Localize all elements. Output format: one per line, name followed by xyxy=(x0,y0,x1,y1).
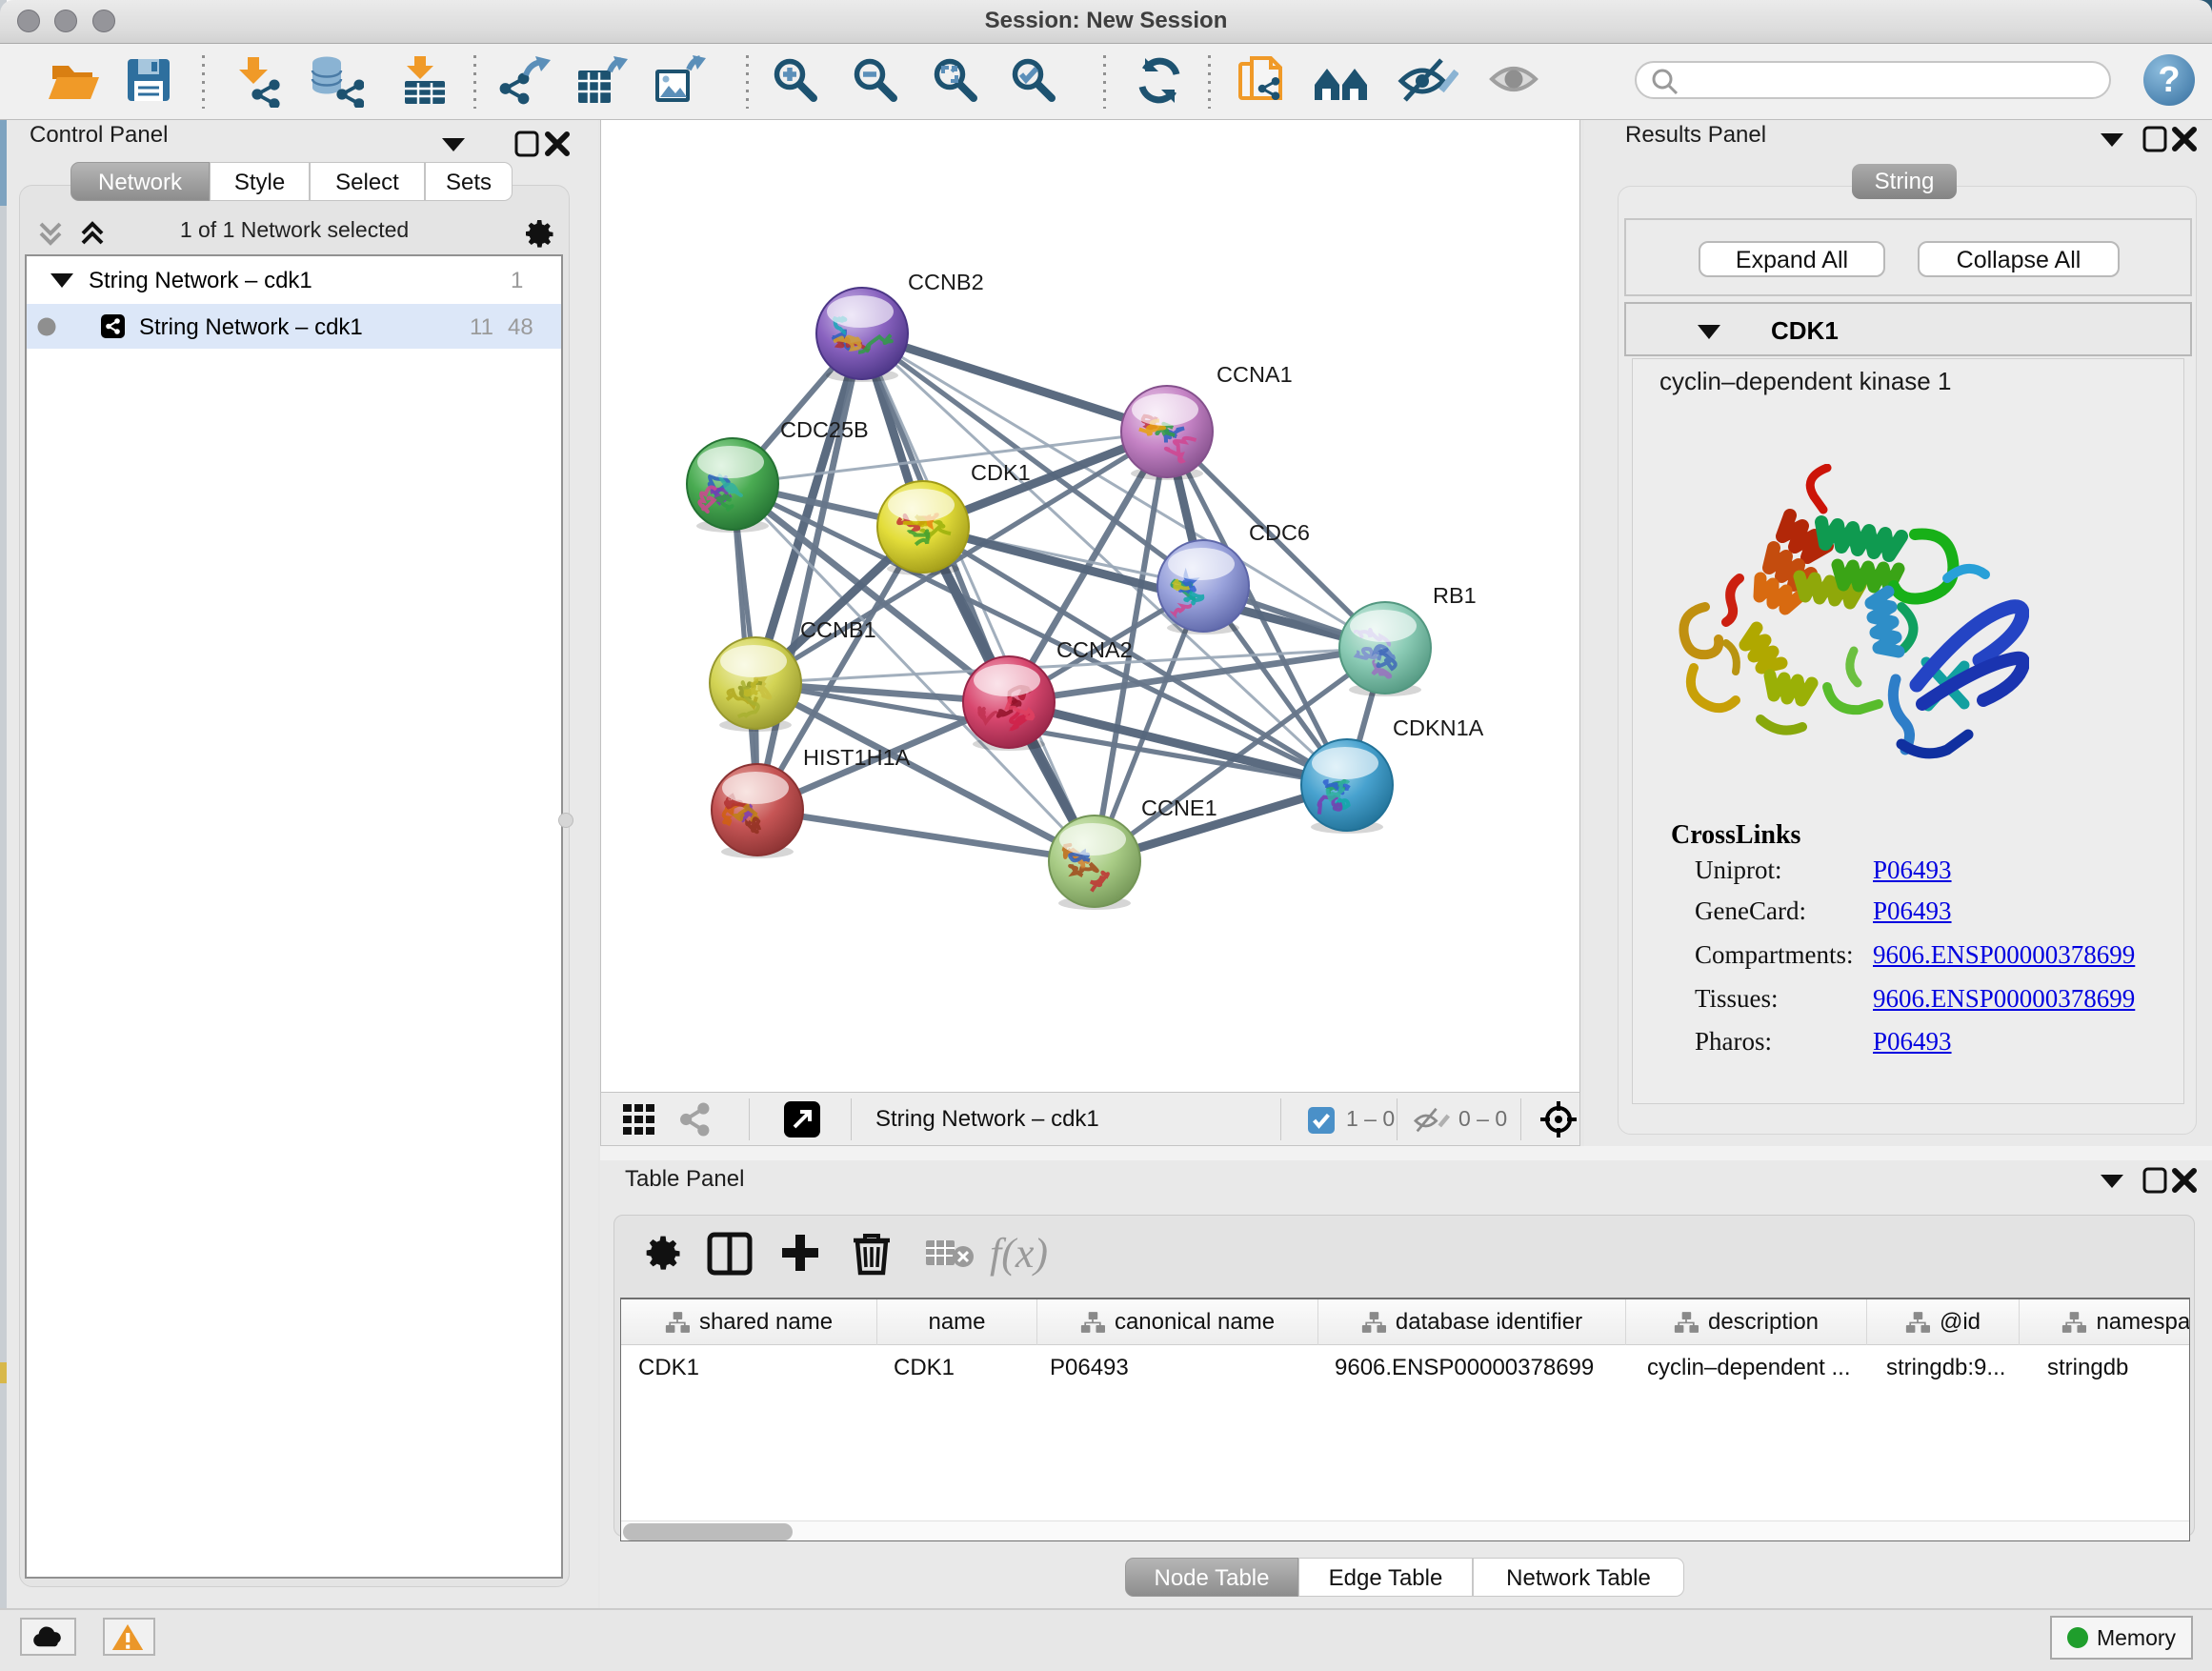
svg-text:CDKN1A: CDKN1A xyxy=(1393,715,1484,740)
svg-text:CCNA1: CCNA1 xyxy=(1217,362,1293,387)
svg-text:RB1: RB1 xyxy=(1433,583,1477,608)
svg-text:CCNE1: CCNE1 xyxy=(1141,795,1217,820)
svg-text:CCNB2: CCNB2 xyxy=(908,270,984,294)
svg-text:HIST1H1A: HIST1H1A xyxy=(803,745,911,770)
svg-text:CDC25B: CDC25B xyxy=(780,417,869,442)
svg-text:CDC6: CDC6 xyxy=(1249,520,1310,545)
svg-text:CDK1: CDK1 xyxy=(971,460,1031,485)
svg-text:CCNB1: CCNB1 xyxy=(800,617,876,642)
svg-text:CCNA2: CCNA2 xyxy=(1056,637,1133,662)
